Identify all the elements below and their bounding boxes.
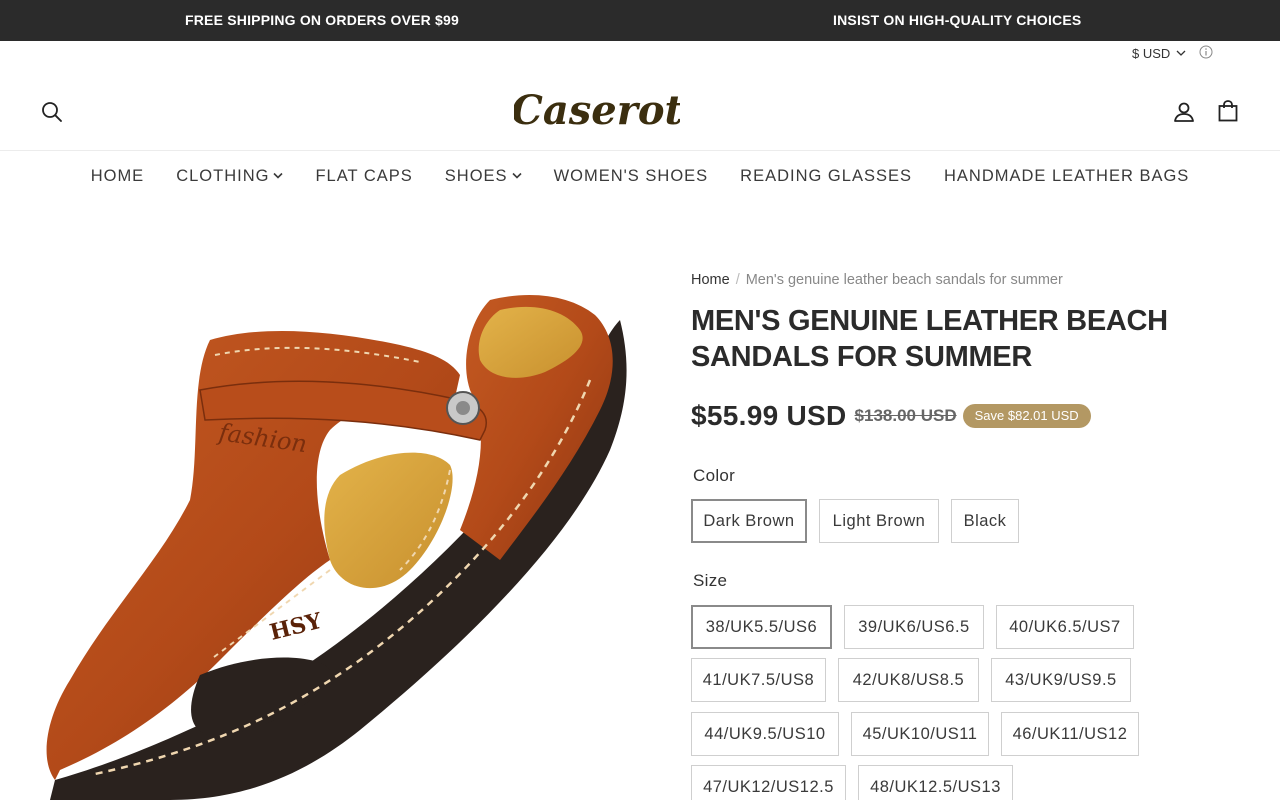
nav-shoes-label: SHOES — [444, 166, 508, 185]
logo[interactable]: Caserot — [514, 84, 680, 136]
size-option-46[interactable]: 46/UK11/US12 — [1001, 712, 1139, 756]
size-label: Size — [693, 571, 728, 590]
sale-price: $55.99 USD — [691, 400, 847, 431]
announcement-shipping: FREE SHIPPING ON ORDERS OVER $99 — [185, 12, 460, 28]
size-option-48[interactable]: 48/UK12.5/US13 — [858, 765, 1013, 800]
color-option-light-brown[interactable]: Light Brown — [819, 499, 939, 543]
nav-womens-shoes-label: WOMEN'S SHOES — [553, 166, 709, 185]
breadcrumb-separator: / — [735, 272, 740, 288]
chevron-down-icon — [1176, 50, 1186, 56]
nav-leather-bags[interactable]: HANDMADE LEATHER BAGS — [944, 167, 1189, 186]
color-option-dark-brown[interactable]: Dark Brown — [691, 499, 807, 543]
nav-flat-caps[interactable]: FLAT CAPS — [315, 167, 412, 186]
nav-home[interactable]: HOME — [91, 167, 145, 186]
color-option-black[interactable]: Black — [951, 499, 1019, 543]
currency-selector[interactable]: $ USD — [1132, 44, 1186, 62]
product-image[interactable]: fashion HSY — [30, 280, 650, 800]
chevron-down-icon — [512, 172, 522, 179]
announcement-quality: INSIST ON HIGH-QUALITY CHOICES — [833, 12, 1082, 28]
nav-reading-glasses[interactable]: READING GLASSES — [740, 167, 912, 186]
logo-text: Caserot — [514, 87, 680, 134]
size-option-41[interactable]: 41/UK7.5/US8 — [691, 658, 826, 702]
compare-price: $138.00 USD — [854, 406, 957, 425]
size-option-43[interactable]: 43/UK9/US9.5 — [991, 658, 1131, 702]
nav-clothing[interactable]: CLOTHING — [176, 166, 284, 186]
chevron-down-icon — [273, 172, 284, 179]
nav-reading-glasses-label: READING GLASSES — [740, 166, 912, 185]
save-badge: Save $82.01 USD — [962, 404, 1091, 428]
nav-home-label: HOME — [90, 166, 145, 185]
cart-icon[interactable] — [1216, 99, 1240, 123]
breadcrumb: Home / Men's genuine leather beach sandals… — [691, 272, 1063, 288]
size-option-42[interactable]: 42/UK8/US8.5 — [838, 658, 979, 702]
size-option-38[interactable]: 38/UK5.5/US6 — [691, 605, 832, 649]
nav-womens-shoes[interactable]: WOMEN'S SHOES — [554, 167, 709, 186]
nav-flat-caps-label: FLAT CAPS — [315, 166, 413, 185]
account-icon[interactable] — [1172, 100, 1196, 124]
breadcrumb-home[interactable]: Home — [691, 272, 730, 288]
breadcrumb-current: Men's genuine leather beach sandals for … — [745, 272, 1063, 288]
size-option-39[interactable]: 39/UK6/US6.5 — [844, 605, 984, 649]
price-row: $55.99 USD $138.00 USD Save $82.01 USD — [691, 398, 1091, 434]
announcement-bar: FREE SHIPPING ON ORDERS OVER $99 INSIST … — [0, 0, 1280, 41]
product-title: MEN'S GENUINE LEATHER BEACH SANDALS FOR … — [691, 305, 1168, 373]
site-header: Caserot — [0, 62, 1280, 151]
info-icon[interactable] — [1199, 45, 1213, 59]
sandal-illustration: fashion HSY — [46, 295, 627, 800]
currency-label: $ USD — [1132, 45, 1171, 61]
nav-clothing-label: CLOTHING — [176, 166, 270, 185]
size-option-44[interactable]: 44/UK9.5/US10 — [691, 712, 839, 756]
size-option-45[interactable]: 45/UK10/US11 — [851, 712, 989, 756]
size-option-47[interactable]: 47/UK12/US12.5 — [691, 765, 846, 800]
search-icon[interactable] — [41, 101, 63, 123]
nav-leather-bags-label: HANDMADE LEATHER BAGS — [943, 166, 1190, 185]
nav-shoes[interactable]: SHOES — [445, 167, 522, 186]
sandal-stamp-brand: HSY — [267, 608, 324, 646]
color-label: Color — [693, 466, 736, 485]
main-nav: HOME CLOTHING FLAT CAPS SHOES WOMEN'S SH… — [0, 152, 1280, 200]
size-option-40[interactable]: 40/UK6.5/US7 — [996, 605, 1134, 649]
